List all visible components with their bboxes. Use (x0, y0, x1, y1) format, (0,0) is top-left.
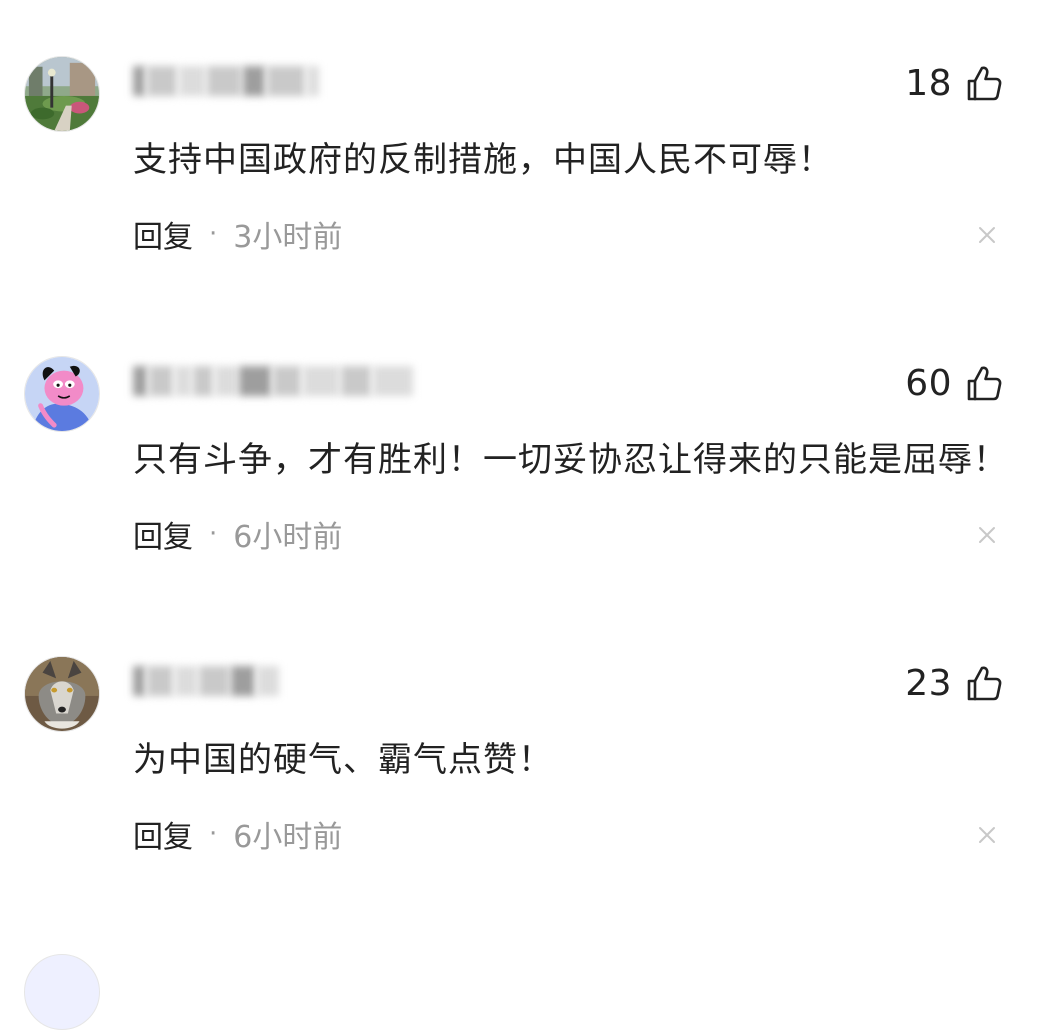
like-count: 60 (905, 362, 952, 404)
reply-button[interactable]: 回复 (133, 812, 193, 856)
comment-time: 6小时前 (233, 820, 343, 855)
reply-button[interactable]: 回复 (133, 512, 193, 556)
meta-separator: · (209, 219, 218, 249)
meta-separator: · (209, 819, 218, 849)
comment-item: 23 为中国的硬气、霸气点赞！ 回复 · 6小时前 (0, 600, 1044, 900)
comment-meta: 回复 · 6小时前 (133, 812, 342, 856)
comment-text: 支持中国政府的反制措施，中国人民不可辱！ (133, 140, 833, 180)
comment-text: 只有斗争，才有胜利！一切妥协忍让得来的只能是屈辱！ (133, 440, 1008, 480)
close-icon[interactable] (978, 226, 996, 244)
thumbs-up-icon[interactable] (966, 664, 1002, 702)
user-avatar-partial[interactable] (24, 954, 100, 1030)
username-blurred[interactable] (133, 360, 415, 402)
cartoon-character-icon (25, 357, 99, 431)
wolf-photo-icon (25, 657, 99, 731)
like-group[interactable]: 18 (905, 62, 1002, 104)
comment-meta: 回复 · 6小时前 (133, 512, 342, 556)
like-count: 18 (905, 62, 952, 104)
comment-item: 60 只有斗争，才有胜利！一切妥协忍让得来的只能是屈辱！ 回复 · 6小时前 (0, 300, 1044, 600)
comment-time: 3小时前 (233, 220, 343, 255)
reply-button[interactable]: 回复 (133, 212, 193, 256)
meta-separator: · (209, 519, 218, 549)
user-avatar[interactable] (24, 656, 100, 732)
user-avatar[interactable] (24, 356, 100, 432)
garden-photo-icon (25, 57, 99, 131)
comment-time: 6小时前 (233, 520, 343, 555)
close-icon[interactable] (978, 826, 996, 844)
like-group[interactable]: 23 (905, 662, 1002, 704)
username-blurred[interactable] (133, 660, 281, 702)
comment-text: 为中国的硬气、霸气点赞！ (133, 740, 553, 780)
comment-meta: 回复 · 3小时前 (133, 212, 342, 256)
thumbs-up-icon[interactable] (966, 364, 1002, 402)
username-blurred[interactable] (133, 60, 321, 102)
user-avatar[interactable] (24, 56, 100, 132)
like-group[interactable]: 60 (905, 362, 1002, 404)
close-icon[interactable] (978, 526, 996, 544)
like-count: 23 (905, 662, 952, 704)
comment-item: 18 支持中国政府的反制措施，中国人民不可辱！ 回复 · 3小时前 (0, 0, 1044, 300)
thumbs-up-icon[interactable] (966, 64, 1002, 102)
